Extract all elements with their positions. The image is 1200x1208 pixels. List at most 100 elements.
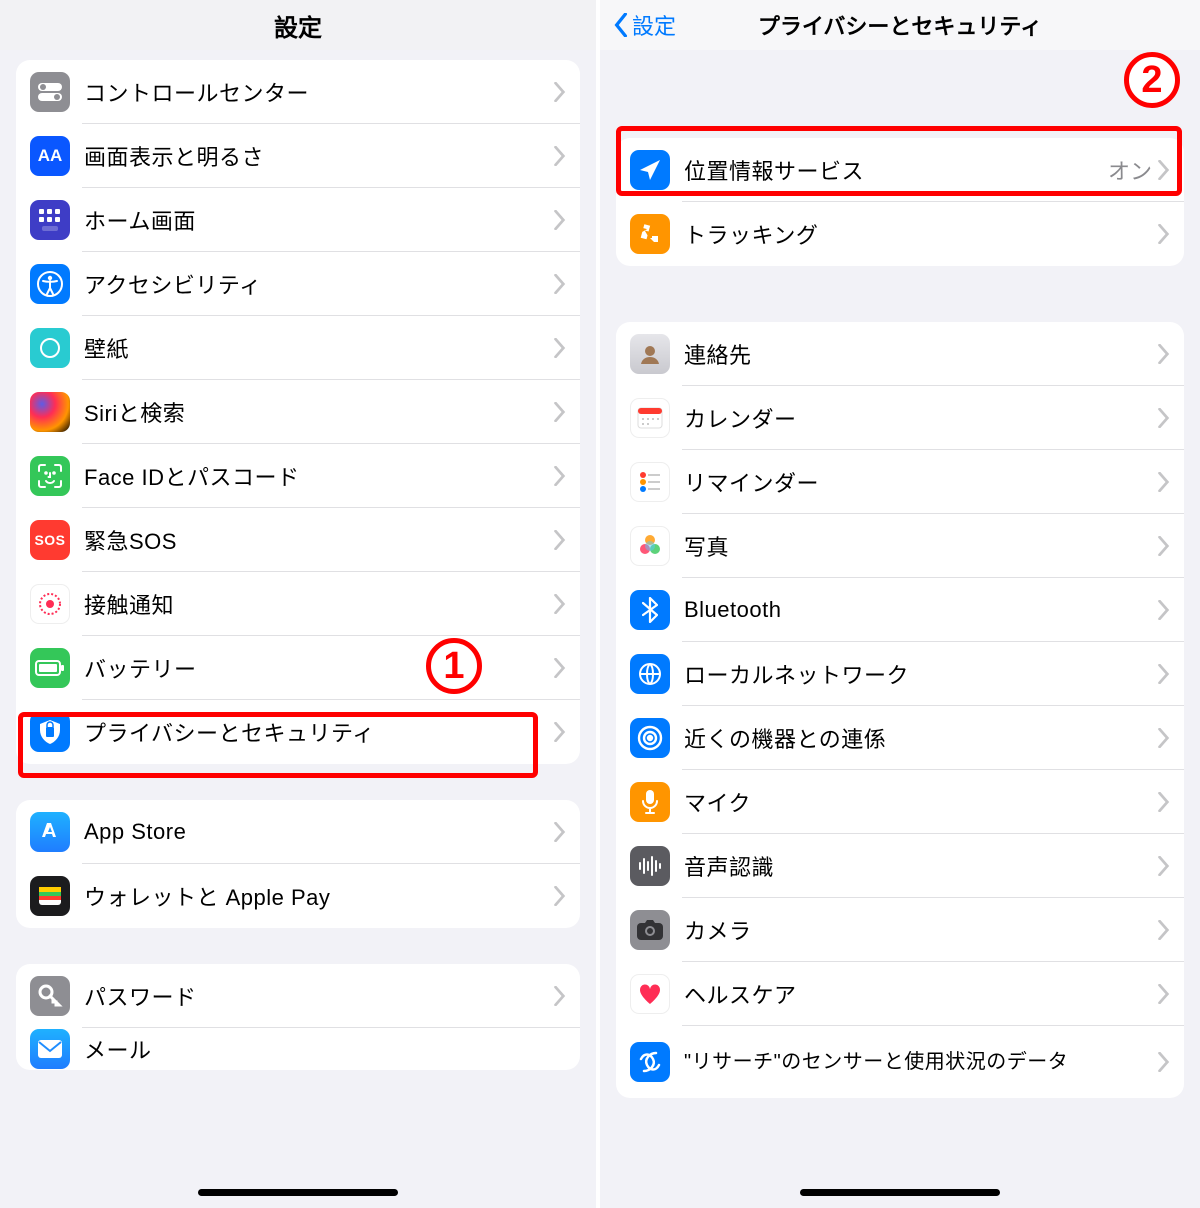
row-microphone[interactable]: マイク [616,770,1184,834]
row-siri[interactable]: Siriと検索 [16,380,580,444]
wallpaper-icon [30,328,70,368]
row-photos[interactable]: 写真 [616,514,1184,578]
row-home-screen[interactable]: ホーム画面 [16,188,580,252]
pane-settings: 設定 コントロールセンター AA 画面表示と明るさ ホーム画面 [0,0,600,1208]
back-button[interactable]: 設定 [614,9,676,41]
localnet-icon [630,654,670,694]
row-label: リマインダー [684,466,1158,498]
mail-icon [30,1029,70,1069]
chevron-right-icon [1158,160,1170,180]
siri-icon [30,392,70,432]
row-value: オン [1108,154,1152,186]
row-label: カレンダー [684,402,1158,434]
chevron-right-icon [554,82,566,102]
left-title: 設定 [274,8,322,43]
pane-privacy: 設定 プライバシーとセキュリティ 位置情報サービス オン トラッキング [600,0,1200,1208]
row-research[interactable]: "リサーチ"のセンサーと使用状況のデータ [616,1026,1184,1098]
row-label: マイク [684,786,1158,818]
chevron-right-icon [1158,536,1170,556]
left-scroll[interactable]: コントロールセンター AA 画面表示と明るさ ホーム画面 アクセシビリティ [0,50,596,1070]
row-label: Bluetooth [684,597,1158,623]
row-label: 接触通知 [84,588,554,620]
chevron-right-icon [1158,920,1170,940]
exposure-icon [30,584,70,624]
row-health[interactable]: ヘルスケア [616,962,1184,1026]
row-camera[interactable]: カメラ [616,898,1184,962]
photos-icon [630,526,670,566]
row-label: 位置情報サービス [684,154,1108,186]
row-location[interactable]: 位置情報サービス オン [616,138,1184,202]
row-mail[interactable]: メール [16,1028,580,1070]
home-indicator [198,1189,398,1196]
row-label: Siriと検索 [84,396,554,428]
chevron-left-icon [614,13,628,37]
row-wallet[interactable]: ウォレットと Apple Pay [16,864,580,928]
chevron-right-icon [554,594,566,614]
row-label: パスワード [84,980,554,1012]
camera-icon [630,910,670,950]
row-label: Face IDとパスコード [84,460,554,492]
chevron-right-icon [554,146,566,166]
right-header: 設定 プライバシーとセキュリティ [600,0,1200,50]
contacts-icon [630,334,670,374]
row-label: メール [84,1033,566,1065]
chevron-right-icon [554,530,566,550]
row-label: 連絡先 [684,338,1158,370]
chevron-right-icon [554,886,566,906]
row-label: トラッキング [684,218,1158,250]
row-exposure[interactable]: 接触通知 [16,572,580,636]
sos-icon: SOS [30,520,70,560]
chevron-right-icon [554,402,566,422]
row-localnet[interactable]: ローカルネットワーク [616,642,1184,706]
row-accessibility[interactable]: アクセシビリティ [16,252,580,316]
row-wallpaper[interactable]: 壁紙 [16,316,580,380]
row-tracking[interactable]: トラッキング [616,202,1184,266]
right-title: プライバシーとセキュリティ [758,9,1042,41]
chevron-right-icon [1158,728,1170,748]
home-screen-icon [30,200,70,240]
reminders-icon [630,462,670,502]
row-label: ヘルスケア [684,978,1158,1010]
row-privacy[interactable]: プライバシーとセキュリティ [16,700,580,764]
row-display[interactable]: AA 画面表示と明るさ [16,124,580,188]
row-reminders[interactable]: リマインダー [616,450,1184,514]
row-label: 音声認識 [684,850,1158,882]
row-speech[interactable]: 音声認識 [616,834,1184,898]
row-contacts[interactable]: 連絡先 [616,322,1184,386]
chevron-right-icon [554,274,566,294]
annotation-2: 2 [1124,52,1180,108]
row-faceid[interactable]: Face IDとパスコード [16,444,580,508]
row-control-center[interactable]: コントロールセンター [16,60,580,124]
wallet-icon [30,876,70,916]
row-nearby[interactable]: 近くの機器との連係 [616,706,1184,770]
chevron-right-icon [554,210,566,230]
row-label: App Store [84,819,554,845]
battery-icon [30,648,70,688]
health-icon [630,974,670,1014]
right-scroll[interactable]: 位置情報サービス オン トラッキング 連絡先 [600,50,1200,1098]
chevron-right-icon [554,658,566,678]
microphone-icon [630,782,670,822]
row-bluetooth[interactable]: Bluetooth [616,578,1184,642]
row-label: 壁紙 [84,332,554,364]
bluetooth-icon [630,590,670,630]
speech-icon [630,846,670,886]
row-sos[interactable]: SOS 緊急SOS [16,508,580,572]
row-label: 近くの機器との連係 [684,722,1158,754]
row-label: 写真 [684,530,1158,562]
chevron-right-icon [1158,856,1170,876]
row-appstore[interactable]: App Store [16,800,580,864]
back-label: 設定 [632,9,676,41]
chevron-right-icon [1158,408,1170,428]
left-header: 設定 [0,0,596,50]
r-group-1: 位置情報サービス オン トラッキング [616,138,1184,266]
row-passwords[interactable]: パスワード [16,964,580,1028]
chevron-right-icon [1158,224,1170,244]
row-label: プライバシーとセキュリティ [84,716,554,748]
control-center-icon [30,72,70,112]
row-label: "リサーチ"のセンサーと使用状況のデータ [684,1050,1158,1074]
row-battery[interactable]: バッテリー [16,636,580,700]
row-label: 画面表示と明るさ [84,140,554,172]
chevron-right-icon [1158,792,1170,812]
row-calendar[interactable]: カレンダー [616,386,1184,450]
